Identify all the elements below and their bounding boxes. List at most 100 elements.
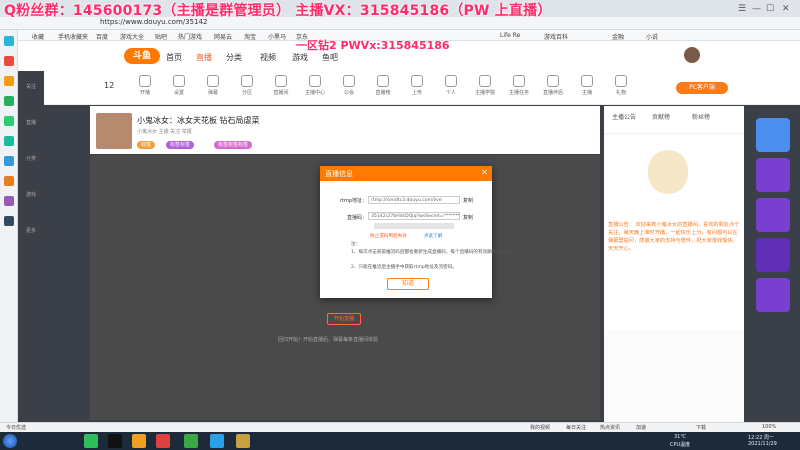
ad-banner[interactable] xyxy=(756,158,790,192)
app-icon[interactable] xyxy=(4,96,14,106)
maximize-icon[interactable]: ☐ xyxy=(766,4,774,14)
gift-icon xyxy=(615,75,627,87)
taskbar-app[interactable] xyxy=(84,434,98,448)
anchor-notice: 直播公告： 欢迎来到小鬼冰女的直播间，喜欢的朋友点个关注，每天晚上准时开播，一起… xyxy=(608,222,740,252)
room-tag[interactable]: 标签 xyxy=(137,141,156,149)
tool-item[interactable]: 主播任务 xyxy=(504,75,534,96)
copy-key-button[interactable]: 复制 xyxy=(463,214,473,221)
side-item-category[interactable]: 分类 xyxy=(22,155,40,162)
tool-item[interactable]: 弹幕 xyxy=(198,75,228,96)
taskbar-app[interactable] xyxy=(132,434,146,448)
bookmark-item[interactable]: 金融 xyxy=(612,32,624,41)
close-icon[interactable]: ✕ xyxy=(782,4,790,14)
rtmp-address-field[interactable]: rtmp://sendtc3.douyu.com/live xyxy=(368,196,460,204)
confirm-button[interactable]: 知道 xyxy=(387,278,429,290)
ad-banner[interactable] xyxy=(756,198,790,232)
app-icon[interactable] xyxy=(4,196,14,206)
status-left[interactable]: 今日优选 xyxy=(6,424,26,431)
nav-yuba[interactable]: 鱼吧 xyxy=(322,52,338,63)
ad-banner[interactable] xyxy=(756,238,790,272)
taskbar-app[interactable] xyxy=(184,434,198,448)
site-logo[interactable]: 斗鱼 xyxy=(124,48,160,64)
status-item[interactable]: 加速 xyxy=(636,424,646,431)
bookmark-item[interactable]: 小黑马 xyxy=(268,32,286,41)
tab-contribution[interactable]: 贡献榜 xyxy=(652,112,670,121)
tool-item[interactable]: 礼物 xyxy=(606,75,636,96)
note-line: 2、只能在推流后主播手中获取rtmp地址及流密码。 xyxy=(351,265,457,270)
app-icon[interactable] xyxy=(4,76,14,86)
nav-live[interactable]: 直播 xyxy=(196,52,212,63)
app-icon[interactable] xyxy=(4,156,14,166)
tool-item[interactable]: 分区 xyxy=(232,75,262,96)
menu-icon[interactable]: ☰ xyxy=(738,4,746,14)
close-icon[interactable]: ✕ xyxy=(481,168,488,177)
anchor-avatar[interactable] xyxy=(96,113,132,149)
nav-video[interactable]: 视频 xyxy=(260,52,276,63)
app-icon[interactable] xyxy=(4,36,14,46)
tool-item[interactable]: 主播中心 xyxy=(300,75,330,96)
tool-item[interactable]: 上传 xyxy=(402,75,432,96)
app-icon[interactable] xyxy=(4,176,14,186)
anchor-center-icon xyxy=(309,75,321,87)
stream-key-field[interactable]: 35142r27bHdcDQjq?wsSecret=******* xyxy=(368,212,460,220)
side-item-more[interactable]: 更多 xyxy=(22,227,40,234)
bookmark-item[interactable]: 游戏大全 xyxy=(120,32,144,41)
bookmark-item[interactable]: 百度 xyxy=(96,32,108,41)
status-item[interactable]: 我的视频 xyxy=(530,424,550,431)
bookmark-item[interactable]: 收藏 xyxy=(32,32,44,41)
minimize-icon[interactable]: — xyxy=(752,4,761,14)
side-item-live[interactable]: 直播 xyxy=(22,119,40,126)
bookmark-item[interactable]: 网易云 xyxy=(214,32,232,41)
app-icon[interactable] xyxy=(4,216,14,226)
taskbar-app[interactable] xyxy=(236,434,250,448)
tab-fans[interactable]: 粉丝榜 xyxy=(692,112,710,121)
tool-item[interactable]: 主播学院 xyxy=(470,75,500,96)
bookmark-item[interactable]: Life Re xyxy=(500,32,520,39)
clock-time[interactable]: 12:22 周一 xyxy=(748,434,774,441)
tool-item[interactable]: 个人 xyxy=(436,75,466,96)
status-item[interactable]: 每日关注 xyxy=(566,424,586,431)
bookmark-item[interactable]: 贴吧 xyxy=(155,32,167,41)
app-icon[interactable] xyxy=(4,136,14,146)
copy-rtmp-button[interactable]: 复制 xyxy=(463,197,473,204)
app-icon[interactable] xyxy=(4,116,14,126)
tab-notice[interactable]: 主播公告 xyxy=(612,112,636,121)
status-item[interactable]: 热点资讯 xyxy=(600,424,620,431)
taskbar-app[interactable] xyxy=(108,434,122,448)
ad-banner[interactable] xyxy=(756,278,790,312)
ad-banner[interactable] xyxy=(756,118,790,152)
bookmark-item[interactable]: 手机收藏夹 xyxy=(58,32,88,41)
pc-client-button[interactable]: PC客户端 xyxy=(676,82,728,94)
start-live-button[interactable]: 开始直播 xyxy=(327,313,361,325)
tool-item[interactable]: 主播 xyxy=(572,75,602,96)
room-tag[interactable]: 标签标签 xyxy=(166,141,195,149)
site-side-nav: 关注 直播 分类 游戏 更多 xyxy=(18,71,44,432)
tool-item[interactable]: 直播间 xyxy=(266,75,296,96)
room-tag[interactable]: 标签标签标签 xyxy=(214,141,253,149)
tool-item[interactable]: 直播伴侣 xyxy=(538,75,568,96)
nav-category[interactable]: 分类 xyxy=(226,52,242,63)
side-item-follow[interactable]: 关注 xyxy=(22,83,40,90)
tool-item[interactable]: 开播 xyxy=(130,75,160,96)
zoom-level[interactable]: 100% xyxy=(762,424,776,430)
prevent-leak-link[interactable]: 防止遗码用后失效 xyxy=(370,233,407,239)
nav-game[interactable]: 游戏 xyxy=(292,52,308,63)
taskbar-app[interactable] xyxy=(210,434,224,448)
side-item-game[interactable]: 游戏 xyxy=(22,191,40,198)
tool-item[interactable]: 公会 xyxy=(334,75,364,96)
bookmark-item[interactable]: 小说 xyxy=(646,32,658,41)
user-avatar[interactable] xyxy=(684,47,700,63)
clock-date[interactable]: 2021/11/29 xyxy=(748,441,777,447)
bookmark-item[interactable]: 淘宝 xyxy=(244,32,256,41)
tool-item[interactable]: 直播榜 xyxy=(368,75,398,96)
app-icon[interactable] xyxy=(4,56,14,66)
user-level: 12 xyxy=(104,81,115,90)
bookmark-item[interactable]: 热门游戏 xyxy=(178,32,202,41)
taskbar-app[interactable] xyxy=(156,434,170,448)
tool-item[interactable]: 设置 xyxy=(164,75,194,96)
learn-more-link[interactable]: 点此了解 xyxy=(424,233,442,239)
nav-home[interactable]: 首页 xyxy=(166,52,182,63)
bookmark-item[interactable]: 游戏百科 xyxy=(544,32,568,41)
status-item[interactable]: 下载 xyxy=(696,424,706,431)
start-button[interactable] xyxy=(3,434,17,448)
